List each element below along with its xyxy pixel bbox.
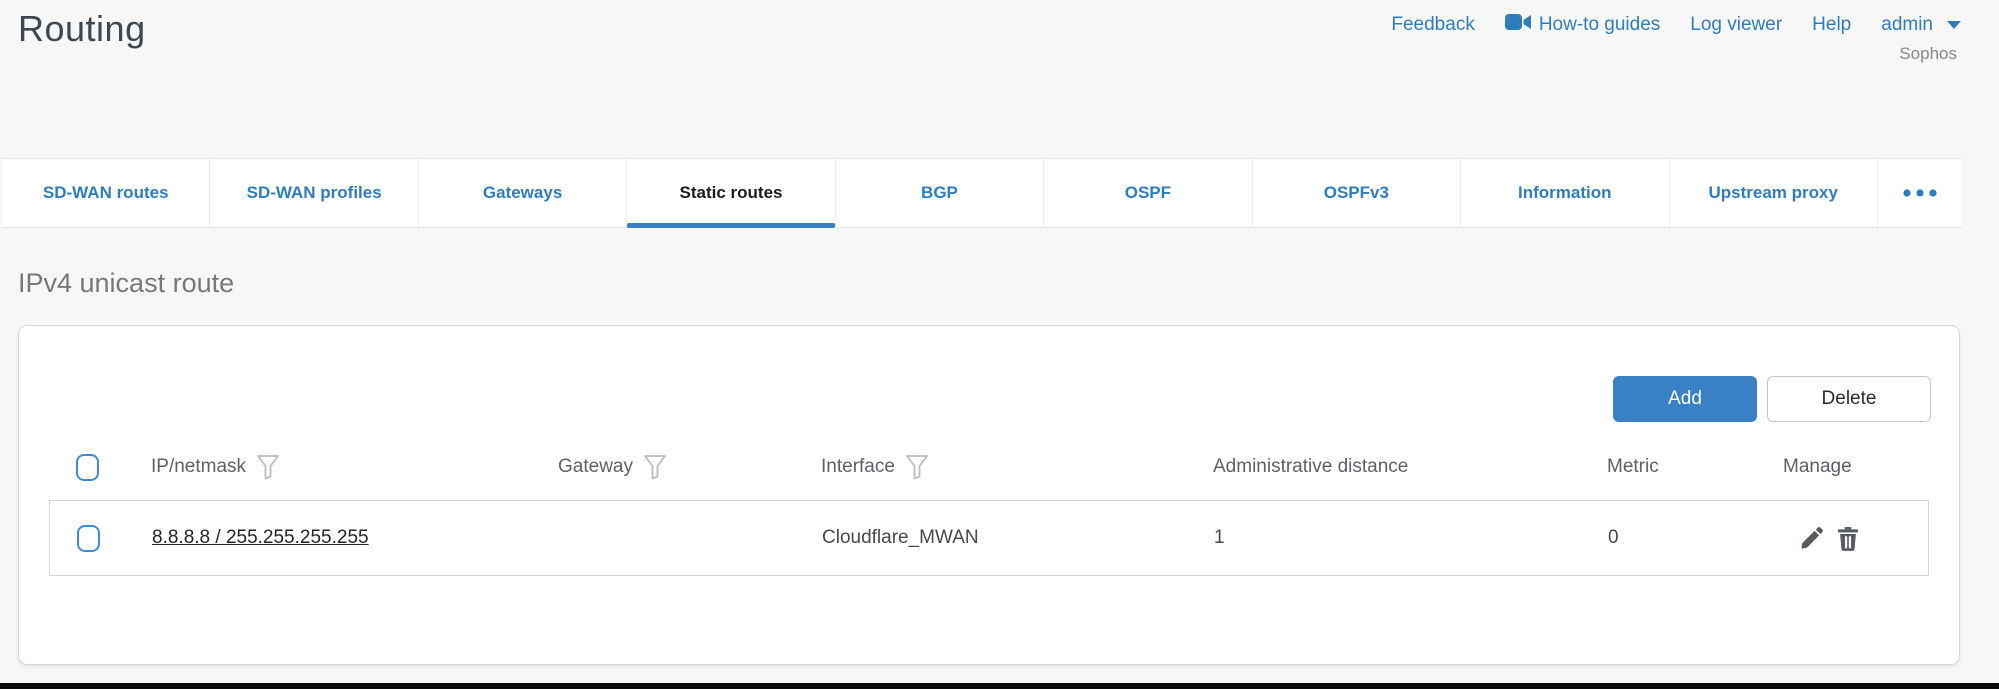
admin-menu[interactable]: admin <box>1881 14 1961 36</box>
row-checkbox[interactable] <box>77 525 100 552</box>
howto-guides-link[interactable]: How-to guides <box>1505 12 1660 38</box>
section-title: IPv4 unicast route <box>18 268 1981 299</box>
col-gateway: Gateway <box>558 456 633 478</box>
delete-trash-icon[interactable] <box>1834 524 1862 552</box>
feedback-link[interactable]: Feedback <box>1391 14 1474 36</box>
select-all-checkbox[interactable] <box>76 454 99 481</box>
tab-upstream-proxy[interactable]: Upstream proxy <box>1670 159 1878 227</box>
main-content: IPv4 unicast route Add Delete IP/netmask… <box>0 268 1999 665</box>
tab-sdwan-routes[interactable]: SD-WAN routes <box>2 159 210 227</box>
video-camera-icon <box>1505 12 1531 38</box>
col-metric: Metric <box>1607 456 1659 478</box>
bottom-edge-bar <box>0 683 1999 689</box>
filter-icon[interactable] <box>256 454 280 480</box>
more-tabs-button[interactable] <box>1878 159 1962 227</box>
feedback-label: Feedback <box>1391 14 1474 36</box>
panel-toolbar: Add Delete <box>19 326 1959 422</box>
table-row: 8.8.8.8 / 255.255.255.255 Cloudflare_MWA… <box>49 500 1929 576</box>
col-manage: Manage <box>1783 456 1852 478</box>
howto-guides-label: How-to guides <box>1539 14 1660 36</box>
admin-distance-cell: 1 <box>1214 527 1608 549</box>
metric-cell: 0 <box>1608 527 1784 549</box>
route-link[interactable]: 8.8.8.8 / 255.255.255.255 <box>152 527 369 548</box>
manage-cell <box>1784 524 1928 552</box>
log-viewer-link[interactable]: Log viewer <box>1690 14 1782 36</box>
chevron-down-icon <box>1947 21 1961 29</box>
brand-label: Sophos <box>1899 44 1957 64</box>
help-link[interactable]: Help <box>1812 14 1851 36</box>
tab-static-routes[interactable]: Static routes <box>627 159 835 227</box>
filter-icon[interactable] <box>643 454 667 480</box>
tab-ospfv3[interactable]: OSPFv3 <box>1253 159 1461 227</box>
routes-panel: Add Delete IP/netmask Gateway Interface <box>18 325 1960 665</box>
help-label: Help <box>1812 14 1851 36</box>
tab-gateways[interactable]: Gateways <box>419 159 627 227</box>
tab-information[interactable]: Information <box>1461 159 1669 227</box>
col-admin-distance: Administrative distance <box>1213 456 1408 478</box>
tab-sdwan-profiles[interactable]: SD-WAN profiles <box>210 159 418 227</box>
add-button[interactable]: Add <box>1613 376 1757 422</box>
tab-bgp[interactable]: BGP <box>836 159 1044 227</box>
edit-pencil-icon[interactable] <box>1798 524 1826 552</box>
log-viewer-label: Log viewer <box>1690 14 1782 36</box>
utility-nav: Feedback How-to guides Log viewer Help a… <box>1391 12 1961 38</box>
page-header: Routing Feedback How-to guides Log viewe… <box>0 0 1999 158</box>
delete-button[interactable]: Delete <box>1767 376 1931 422</box>
tab-bar: SD-WAN routes SD-WAN profiles Gateways S… <box>2 158 1962 228</box>
table-header: IP/netmask Gateway Interface Administrat… <box>49 446 1929 488</box>
filter-icon[interactable] <box>905 454 929 480</box>
col-interface: Interface <box>821 456 895 478</box>
ellipsis-icon <box>1903 184 1937 202</box>
tab-ospf[interactable]: OSPF <box>1044 159 1252 227</box>
admin-label: admin <box>1881 14 1933 36</box>
interface-cell: Cloudflare_MWAN <box>822 527 1214 549</box>
col-ip-netmask: IP/netmask <box>151 456 246 478</box>
